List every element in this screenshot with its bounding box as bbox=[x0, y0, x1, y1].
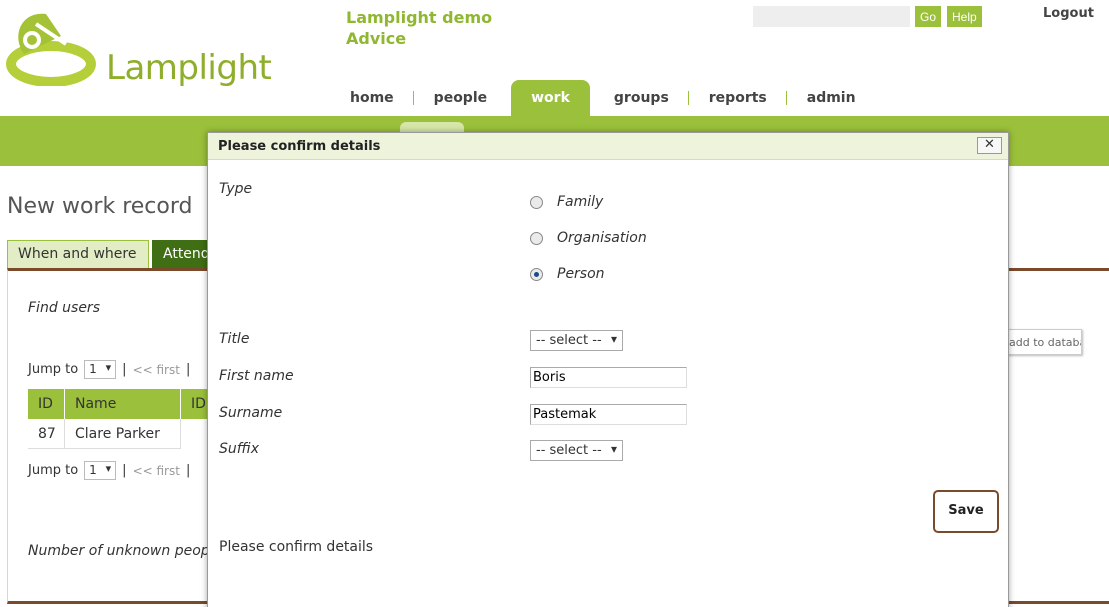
jump-label: Jump to bbox=[28, 362, 79, 377]
surname-label: Surname bbox=[219, 405, 283, 421]
pager-first-link[interactable]: << first bbox=[133, 464, 180, 478]
cell-id: 87 bbox=[28, 419, 65, 448]
suffix-label: Suffix bbox=[219, 441, 260, 457]
nav-home[interactable]: home bbox=[330, 80, 414, 116]
pager-separator: | bbox=[185, 362, 191, 377]
nav-admin[interactable]: admin bbox=[787, 80, 876, 116]
page-title: New work record bbox=[7, 194, 193, 219]
pager-separator: | bbox=[185, 463, 191, 478]
subnav-tab[interactable] bbox=[400, 122, 464, 132]
organisation-name: Lamplight demo Advice bbox=[346, 7, 492, 49]
add-to-database-label: add to database bbox=[1009, 336, 1081, 349]
column-header-name[interactable]: Name bbox=[65, 389, 181, 419]
find-users-label: Find users bbox=[28, 300, 100, 316]
pager-bottom: Jump to 1 | << first | bbox=[28, 461, 190, 480]
type-option-person[interactable]: Person bbox=[530, 266, 605, 282]
pager-top: Jump to 1 | << first | bbox=[28, 360, 190, 379]
radio-icon[interactable] bbox=[530, 231, 543, 245]
close-icon[interactable]: ✕ bbox=[977, 137, 1002, 154]
pager-first-link[interactable]: << first bbox=[133, 363, 180, 377]
main-nav: home people work groups reports admin bbox=[330, 80, 876, 116]
table-row[interactable]: 87 Clare Parker bbox=[28, 419, 181, 449]
add-to-database-button[interactable]: add to database bbox=[1000, 329, 1082, 355]
help-button[interactable]: Help bbox=[947, 6, 982, 27]
search-input[interactable] bbox=[753, 6, 910, 27]
logo-text: Lamplight bbox=[106, 48, 272, 88]
pager-separator: | bbox=[122, 362, 127, 377]
surname-field[interactable] bbox=[530, 404, 687, 425]
nav-work[interactable]: work bbox=[511, 80, 590, 116]
title-select[interactable]: -- select -- bbox=[530, 330, 623, 351]
jump-select[interactable]: 1 bbox=[84, 461, 117, 480]
pager-separator: | bbox=[122, 463, 127, 478]
first-name-field[interactable] bbox=[530, 367, 687, 388]
logout-link[interactable]: Logout bbox=[1043, 6, 1094, 21]
tab-when-and-where[interactable]: When and where bbox=[7, 240, 149, 269]
confirm-details-dialog: Please confirm details ✕ Type Family Org… bbox=[207, 132, 1009, 607]
save-button[interactable]: Save bbox=[933, 490, 999, 533]
nav-groups[interactable]: groups bbox=[594, 80, 689, 116]
radio-icon[interactable] bbox=[530, 195, 543, 209]
type-option-label: Family bbox=[557, 194, 604, 210]
go-button[interactable]: Go bbox=[915, 6, 942, 27]
confirm-message: Please confirm details bbox=[219, 539, 374, 555]
type-label: Type bbox=[219, 181, 253, 197]
type-option-label: Person bbox=[557, 266, 605, 282]
org-name-line1: Lamplight demo bbox=[346, 8, 493, 27]
type-option-label: Organisation bbox=[557, 230, 647, 246]
unknown-people-label: Number of unknown peop bbox=[28, 543, 210, 559]
org-name-line2: Advice bbox=[346, 29, 407, 48]
nav-people[interactable]: people bbox=[414, 80, 507, 116]
results-grid-header: ID Name ID bbox=[28, 389, 211, 419]
suffix-select[interactable]: -- select -- bbox=[530, 440, 623, 461]
jump-label: Jump to bbox=[28, 463, 79, 478]
jump-select[interactable]: 1 bbox=[84, 360, 117, 379]
first-name-label: First name bbox=[219, 368, 294, 384]
nav-reports[interactable]: reports bbox=[689, 80, 787, 116]
radio-selected-icon[interactable] bbox=[530, 267, 543, 281]
type-option-family[interactable]: Family bbox=[530, 194, 603, 210]
type-option-organisation[interactable]: Organisation bbox=[530, 230, 647, 246]
cell-name: Clare Parker bbox=[65, 419, 181, 448]
column-header-id[interactable]: ID bbox=[28, 389, 65, 419]
dialog-title: Please confirm details bbox=[208, 133, 1008, 160]
title-label: Title bbox=[219, 331, 250, 347]
lamp-icon bbox=[6, 13, 96, 86]
lamplight-logo[interactable]: Lamplight bbox=[6, 6, 272, 88]
